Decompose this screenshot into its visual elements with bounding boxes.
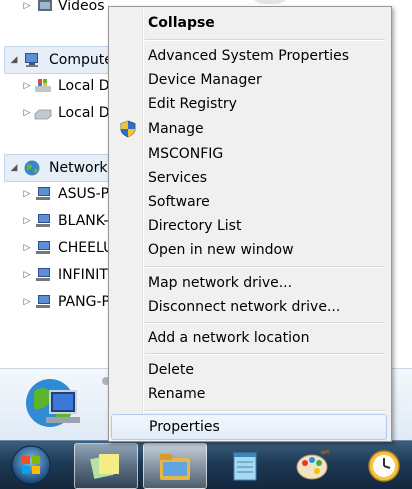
menu-item-advanced-system-properties[interactable]: Advanced System Properties — [111, 44, 387, 68]
menu-separator — [145, 266, 385, 268]
taskbar-explorer-button[interactable] — [143, 443, 207, 489]
network-computer-icon — [36, 241, 50, 254]
menu-item-label: Rename — [148, 386, 206, 402]
windows-drive-icon — [35, 79, 51, 92]
expand-arrow-icon[interactable]: ▷ — [22, 243, 32, 253]
menu-item-map-network-drive[interactable]: Map network drive... — [111, 271, 387, 295]
network-computer-icon — [36, 268, 50, 281]
menu-item-label: Open in new window — [148, 242, 294, 258]
tree-item-label: INFINIT — [58, 267, 108, 283]
tree-item-label: Videos — [58, 0, 105, 14]
menu-item-directory-list[interactable]: Directory List — [111, 214, 387, 238]
menu-item-msconfig[interactable]: MSCONFIG — [111, 142, 387, 166]
menu-item-label: MSCONFIG — [148, 146, 224, 162]
tree-item-label: CHEELU — [58, 240, 114, 256]
network-computer-icon — [36, 187, 50, 200]
computer-icon — [25, 53, 38, 67]
menu-item-label: Disconnect network drive... — [148, 299, 341, 315]
menu-item-label: Add a network location — [148, 330, 310, 346]
tree-item-label: Network — [49, 160, 108, 176]
network-globe-icon — [24, 160, 40, 176]
tree-item-host[interactable]: ▷ BLANK- — [0, 209, 110, 233]
menu-item-label: Manage — [148, 121, 204, 137]
clock-gadget-icon — [368, 450, 400, 482]
hard-drive-icon — [34, 109, 52, 120]
taskbar — [0, 440, 412, 489]
menu-separator — [145, 410, 385, 412]
paint-palette-icon — [296, 449, 330, 480]
menu-separator — [145, 39, 385, 41]
menu-item-label: Software — [148, 194, 210, 210]
expand-arrow-icon[interactable]: ▷ — [22, 189, 32, 199]
tree-item-host[interactable]: ▷ INFINIT — [0, 263, 110, 287]
menu-item-manage[interactable]: Manage — [111, 117, 387, 141]
menu-item-open-in-new-window[interactable]: Open in new window — [111, 238, 387, 262]
notepad-icon — [233, 452, 257, 481]
menu-item-software[interactable]: Software — [111, 190, 387, 214]
window-edge-decoration — [250, 0, 290, 4]
menu-item-properties[interactable]: Properties — [111, 414, 387, 440]
taskbar-notepad-button[interactable] — [214, 443, 276, 487]
network-computer-icon — [36, 295, 50, 308]
context-menu: Collapse Advanced System Properties Devi… — [108, 6, 392, 442]
menu-item-label: Collapse — [148, 15, 215, 31]
menu-separator — [145, 353, 385, 355]
menu-item-label: Delete — [148, 362, 194, 378]
menu-item-label: Edit Registry — [148, 96, 237, 112]
expand-arrow-icon[interactable]: ▷ — [22, 1, 32, 11]
videos-library-icon — [38, 0, 52, 11]
menu-item-collapse[interactable]: Collapse — [111, 11, 387, 35]
tree-item-label: Local D — [58, 78, 110, 94]
expand-arrow-icon[interactable]: ▷ — [22, 81, 32, 91]
menu-item-add-network-location[interactable]: Add a network location — [111, 326, 387, 350]
tree-item-label: Local D — [58, 105, 110, 121]
tree-item-label: Compute — [49, 52, 113, 68]
menu-separator — [145, 322, 385, 324]
tree-item-label: BLANK- — [58, 213, 109, 229]
tree-item-label: PANG-P — [58, 294, 110, 310]
menu-item-edit-registry[interactable]: Edit Registry — [111, 92, 387, 116]
menu-item-label: Properties — [149, 419, 220, 435]
sticky-notes-icon — [90, 454, 119, 479]
tree-item-host[interactable]: ▷ PANG-P — [0, 290, 110, 314]
menu-item-label: Directory List — [148, 218, 242, 234]
menu-item-disconnect-network-drive[interactable]: Disconnect network drive... — [111, 295, 387, 319]
taskbar-sticky-notes-button[interactable] — [74, 443, 138, 489]
menu-item-label: Advanced System Properties — [148, 48, 350, 64]
expand-arrow-icon[interactable]: ▷ — [22, 270, 32, 280]
menu-item-label: Map network drive... — [148, 275, 293, 291]
tree-item-local-disk[interactable]: ▷ Local D — [0, 74, 110, 98]
tree-item-label: ASUS-P — [58, 186, 110, 202]
tree-item-local-disk[interactable]: ▷ Local D — [0, 101, 110, 125]
collapse-arrow-icon[interactable]: ◢ — [9, 55, 19, 65]
network-computer-icon — [36, 214, 50, 227]
menu-item-services[interactable]: Services — [111, 166, 387, 190]
expand-arrow-icon[interactable]: ▷ — [22, 108, 32, 118]
start-button-icon[interactable] — [10, 444, 52, 486]
expand-arrow-icon[interactable]: ▷ — [22, 216, 32, 226]
menu-item-rename[interactable]: Rename — [111, 382, 387, 406]
taskbar-paint-button[interactable] — [283, 443, 345, 487]
collapse-arrow-icon[interactable]: ◢ — [9, 163, 19, 173]
menu-item-delete[interactable]: Delete — [111, 358, 387, 382]
taskbar-clock-button[interactable] — [353, 443, 412, 487]
tree-item-videos[interactable]: ▷ Videos — [0, 0, 110, 18]
tree-item-host[interactable]: ▷ ASUS-P — [0, 182, 110, 206]
uac-shield-icon — [120, 120, 136, 138]
windows-explorer-icon — [160, 454, 190, 480]
menu-item-device-manager[interactable]: Device Manager — [111, 68, 387, 92]
tree-item-host[interactable]: ▷ CHEELU — [0, 236, 114, 260]
expand-arrow-icon[interactable]: ▷ — [22, 297, 32, 307]
menu-item-label: Device Manager — [148, 72, 262, 88]
menu-item-label: Services — [148, 170, 208, 186]
network-large-icon — [26, 379, 80, 427]
